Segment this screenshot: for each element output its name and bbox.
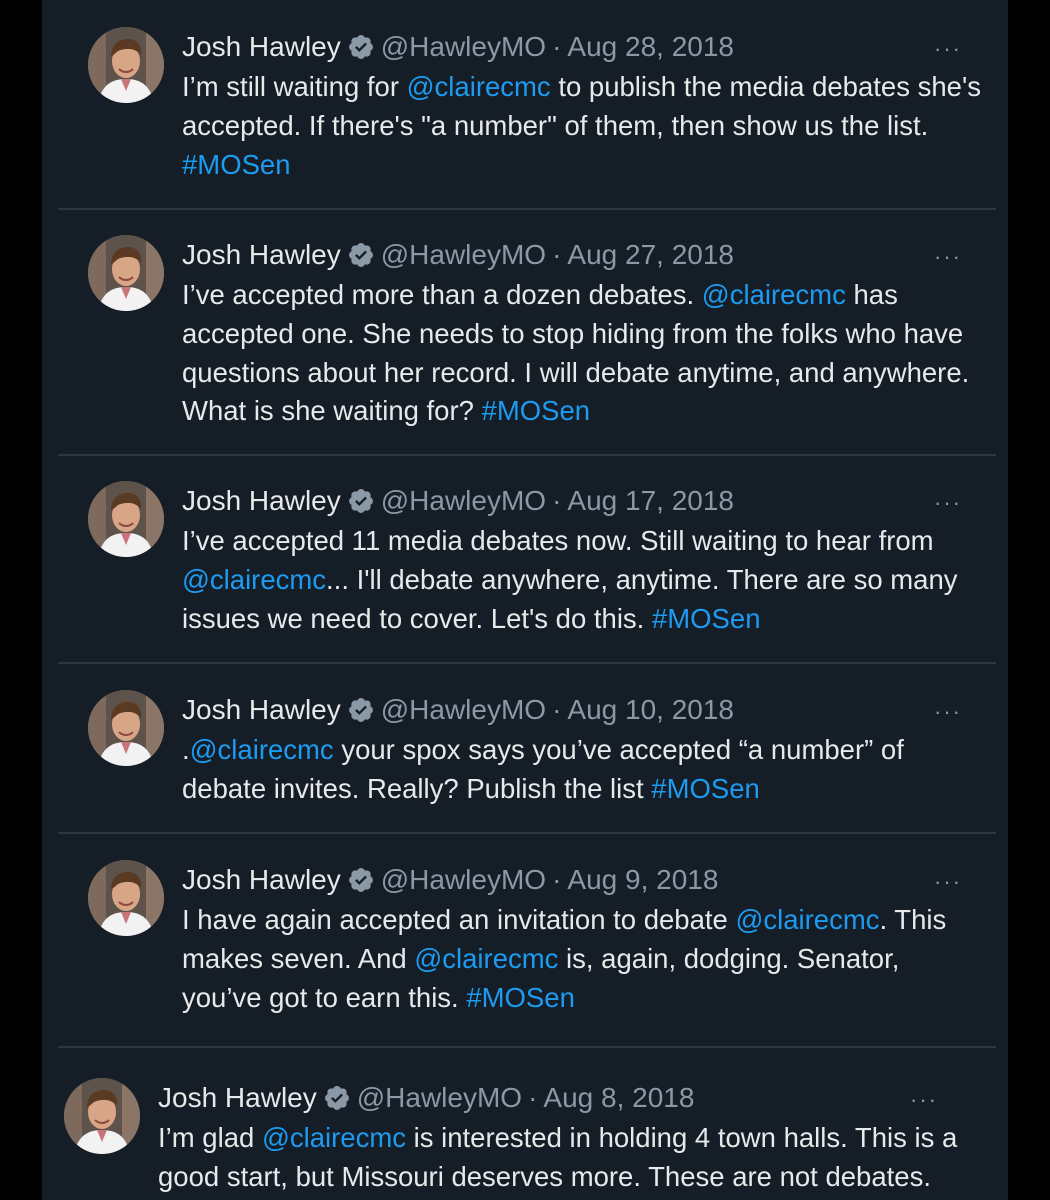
tweet[interactable]: Josh Hawley @HawleyMO · Aug 8, 2018 ··· …	[42, 1078, 972, 1200]
avatar[interactable]	[88, 481, 164, 557]
tweet-date[interactable]: Aug 10, 2018	[567, 694, 734, 726]
mention-link[interactable]: @clairecmc	[190, 734, 334, 765]
tweet-text-segment: I have again accepted an invitation to d…	[182, 904, 736, 935]
more-options-icon[interactable]: ···	[934, 869, 962, 895]
hashtag-link[interactable]: #MOSen	[652, 603, 761, 634]
divider	[58, 832, 996, 834]
avatar[interactable]	[88, 27, 164, 103]
hashtag-link[interactable]: #MOSen	[466, 982, 575, 1013]
tweet-thread-panel: Josh Hawley @HawleyMO · Aug 28, 2018 ···…	[42, 0, 1008, 1200]
separator-dot: ·	[552, 31, 562, 62]
tweet-header: Josh Hawley @HawleyMO · Aug 17, 2018	[182, 484, 734, 518]
divider	[58, 208, 996, 210]
divider	[58, 1046, 996, 1048]
tweet-date[interactable]: Aug 17, 2018	[567, 485, 734, 517]
tweet-text: I have again accepted an invitation to d…	[182, 901, 982, 1017]
mention-link[interactable]: @clairecmc	[702, 279, 846, 310]
tweet[interactable]: Josh Hawley @HawleyMO · Aug 10, 2018 ···…	[58, 690, 996, 823]
avatar[interactable]	[88, 860, 164, 936]
tweet-text: I’ve accepted more than a dozen debates.…	[182, 276, 982, 431]
hashtag-link[interactable]: #MOSen	[651, 773, 760, 804]
author-name[interactable]: Josh Hawley	[182, 485, 341, 517]
mention-link[interactable]: @clairecmc	[735, 904, 879, 935]
more-options-icon[interactable]: ···	[934, 490, 962, 516]
separator-dot: ·	[552, 694, 562, 725]
author-name[interactable]: Josh Hawley	[182, 239, 341, 271]
tweet-text: I’ve accepted 11 media debates now. Stil…	[182, 522, 982, 638]
verified-badge-icon	[347, 241, 375, 269]
avatar[interactable]	[88, 690, 164, 766]
verified-badge-icon	[347, 487, 375, 515]
tweet-header: Josh Hawley @HawleyMO · Aug 9, 2018	[182, 863, 718, 897]
separator-dot: ·	[552, 239, 562, 270]
author-name[interactable]: Josh Hawley	[158, 1082, 317, 1114]
divider	[58, 662, 996, 664]
author-name[interactable]: Josh Hawley	[182, 31, 341, 63]
verified-badge-icon	[347, 866, 375, 894]
verified-badge-icon	[347, 33, 375, 61]
author-handle[interactable]: @HawleyMO	[381, 239, 546, 271]
separator-dot: ·	[552, 864, 562, 895]
tweet-text: I’m glad @clairecmc is interested in hol…	[158, 1119, 958, 1197]
separator-dot: ·	[528, 1082, 538, 1113]
tweet-text-segment: I’m glad	[158, 1122, 262, 1153]
mention-link[interactable]: @clairecmc	[262, 1122, 406, 1153]
hashtag-link[interactable]: #MOSen	[482, 395, 591, 426]
divider	[58, 454, 996, 456]
more-options-icon[interactable]: ···	[934, 244, 962, 270]
more-options-icon[interactable]: ···	[934, 36, 962, 62]
author-name[interactable]: Josh Hawley	[182, 694, 341, 726]
author-handle[interactable]: @HawleyMO	[381, 485, 546, 517]
author-handle[interactable]: @HawleyMO	[381, 31, 546, 63]
author-name[interactable]: Josh Hawley	[182, 864, 341, 896]
tweet[interactable]: Josh Hawley @HawleyMO · Aug 28, 2018 ···…	[58, 27, 996, 200]
mention-link[interactable]: @clairecmc	[414, 943, 558, 974]
tweet-date[interactable]: Aug 28, 2018	[567, 31, 734, 63]
tweet-text: I’m still waiting for @clairecmc to publ…	[182, 68, 982, 184]
tweet-date[interactable]: Aug 9, 2018	[567, 864, 718, 896]
author-handle[interactable]: @HawleyMO	[381, 694, 546, 726]
tweet[interactable]: Josh Hawley @HawleyMO · Aug 27, 2018 ···…	[58, 235, 996, 448]
tweet-text-segment: .	[182, 734, 190, 765]
tweet-header: Josh Hawley @HawleyMO · Aug 8, 2018	[158, 1081, 694, 1115]
tweet-text-segment: I’ve accepted more than a dozen debates.	[182, 279, 702, 310]
more-options-icon[interactable]: ···	[910, 1087, 938, 1113]
tweet-date[interactable]: Aug 8, 2018	[543, 1082, 694, 1114]
author-handle[interactable]: @HawleyMO	[357, 1082, 522, 1114]
tweet[interactable]: Josh Hawley @HawleyMO · Aug 17, 2018 ···…	[58, 481, 996, 654]
tweet-text-segment: I’ve accepted 11 media debates now. Stil…	[182, 525, 934, 556]
more-options-icon[interactable]: ···	[934, 699, 962, 725]
mention-link[interactable]: @clairecmc	[407, 71, 551, 102]
tweet[interactable]: Josh Hawley @HawleyMO · Aug 9, 2018 ··· …	[58, 860, 996, 1023]
author-handle[interactable]: @HawleyMO	[381, 864, 546, 896]
verified-badge-icon	[347, 696, 375, 724]
tweet-text-segment: I’m still waiting for	[182, 71, 407, 102]
avatar[interactable]	[88, 235, 164, 311]
tweet-date[interactable]: Aug 27, 2018	[567, 239, 734, 271]
mention-link[interactable]: @clairecmc	[182, 564, 326, 595]
tweet-header: Josh Hawley @HawleyMO · Aug 10, 2018	[182, 693, 734, 727]
tweet-header: Josh Hawley @HawleyMO · Aug 27, 2018	[182, 238, 734, 272]
avatar[interactable]	[64, 1078, 140, 1154]
tweet-header: Josh Hawley @HawleyMO · Aug 28, 2018	[182, 30, 734, 64]
separator-dot: ·	[552, 485, 562, 516]
hashtag-link[interactable]: #MOSen	[182, 149, 291, 180]
tweet-text: .@clairecmc your spox says you’ve accept…	[182, 731, 982, 809]
verified-badge-icon	[323, 1084, 351, 1112]
